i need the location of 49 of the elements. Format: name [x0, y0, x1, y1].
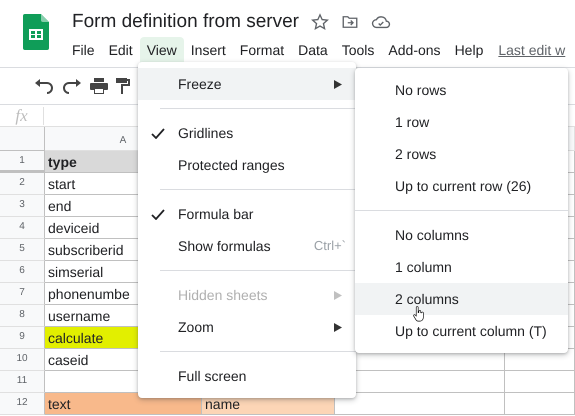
menu-item[interactable]: Up to current row (26) — [355, 170, 568, 202]
cloud-check-icon[interactable] — [371, 13, 392, 31]
print-icon[interactable] — [90, 78, 108, 94]
redo-icon[interactable] — [62, 78, 82, 94]
row-number[interactable]: 8 — [0, 305, 45, 327]
menu-item[interactable]: Format — [232, 37, 292, 64]
document-title[interactable]: Form definition from server — [72, 11, 300, 33]
row-number[interactable]: 5 — [0, 239, 45, 261]
submenu-arrow-icon — [334, 80, 342, 88]
menu-item[interactable]: Data — [291, 37, 335, 64]
table-cell: text — [45, 393, 202, 415]
menu-item[interactable]: View — [140, 37, 184, 64]
menu-item[interactable]: Up to current column (T) — [355, 315, 568, 347]
row-number[interactable]: 12 — [0, 393, 45, 415]
row-number[interactable]: 7 — [0, 283, 45, 305]
shortcut-text: Ctrl+` — [314, 237, 347, 256]
menu-item[interactable]: Edit — [102, 37, 140, 64]
star-icon[interactable] — [311, 13, 330, 31]
menu-item[interactable]: 2 columns — [355, 283, 568, 315]
table-cell — [505, 393, 575, 415]
menu-item[interactable]: Freeze — [138, 68, 356, 100]
paint-format-icon[interactable] — [116, 78, 130, 94]
sheets-logo-icon — [23, 14, 49, 50]
table-cell — [505, 371, 575, 393]
formula-bar-label: fx — [0, 106, 44, 124]
menu-item[interactable]: File — [65, 37, 102, 64]
row-number[interactable]: 9 — [0, 327, 45, 349]
menu-item[interactable]: 1 row — [355, 106, 568, 138]
row-number[interactable]: 11 — [0, 371, 45, 393]
menu-item[interactable]: Help — [448, 37, 490, 64]
row-number[interactable]: 3 — [0, 195, 45, 217]
row-number[interactable]: 1 — [0, 151, 45, 173]
hand-cursor-icon — [413, 306, 424, 322]
menu-item[interactable]: 1 column — [355, 251, 568, 283]
undo-icon[interactable] — [34, 78, 54, 94]
submenu-arrow-icon — [334, 322, 342, 332]
menu-item[interactable]: No rows — [355, 74, 568, 106]
menu-item[interactable]: Tools — [334, 37, 382, 64]
last-edit-link[interactable]: Last edit w — [498, 40, 566, 61]
row-number[interactable]: 10 — [0, 349, 45, 371]
row-number[interactable]: 4 — [0, 217, 45, 239]
row-number[interactable]: 6 — [0, 261, 45, 283]
menu-item[interactable]: 2 rows — [355, 138, 568, 170]
menu-item[interactable]: Add-ons — [381, 37, 448, 64]
submenu-arrow-icon — [334, 290, 342, 300]
row-number[interactable]: 2 — [0, 173, 45, 195]
move-folder-icon[interactable] — [341, 13, 360, 31]
menu-item[interactable]: Insert — [184, 37, 233, 64]
menu-item[interactable]: No columns — [355, 219, 568, 251]
